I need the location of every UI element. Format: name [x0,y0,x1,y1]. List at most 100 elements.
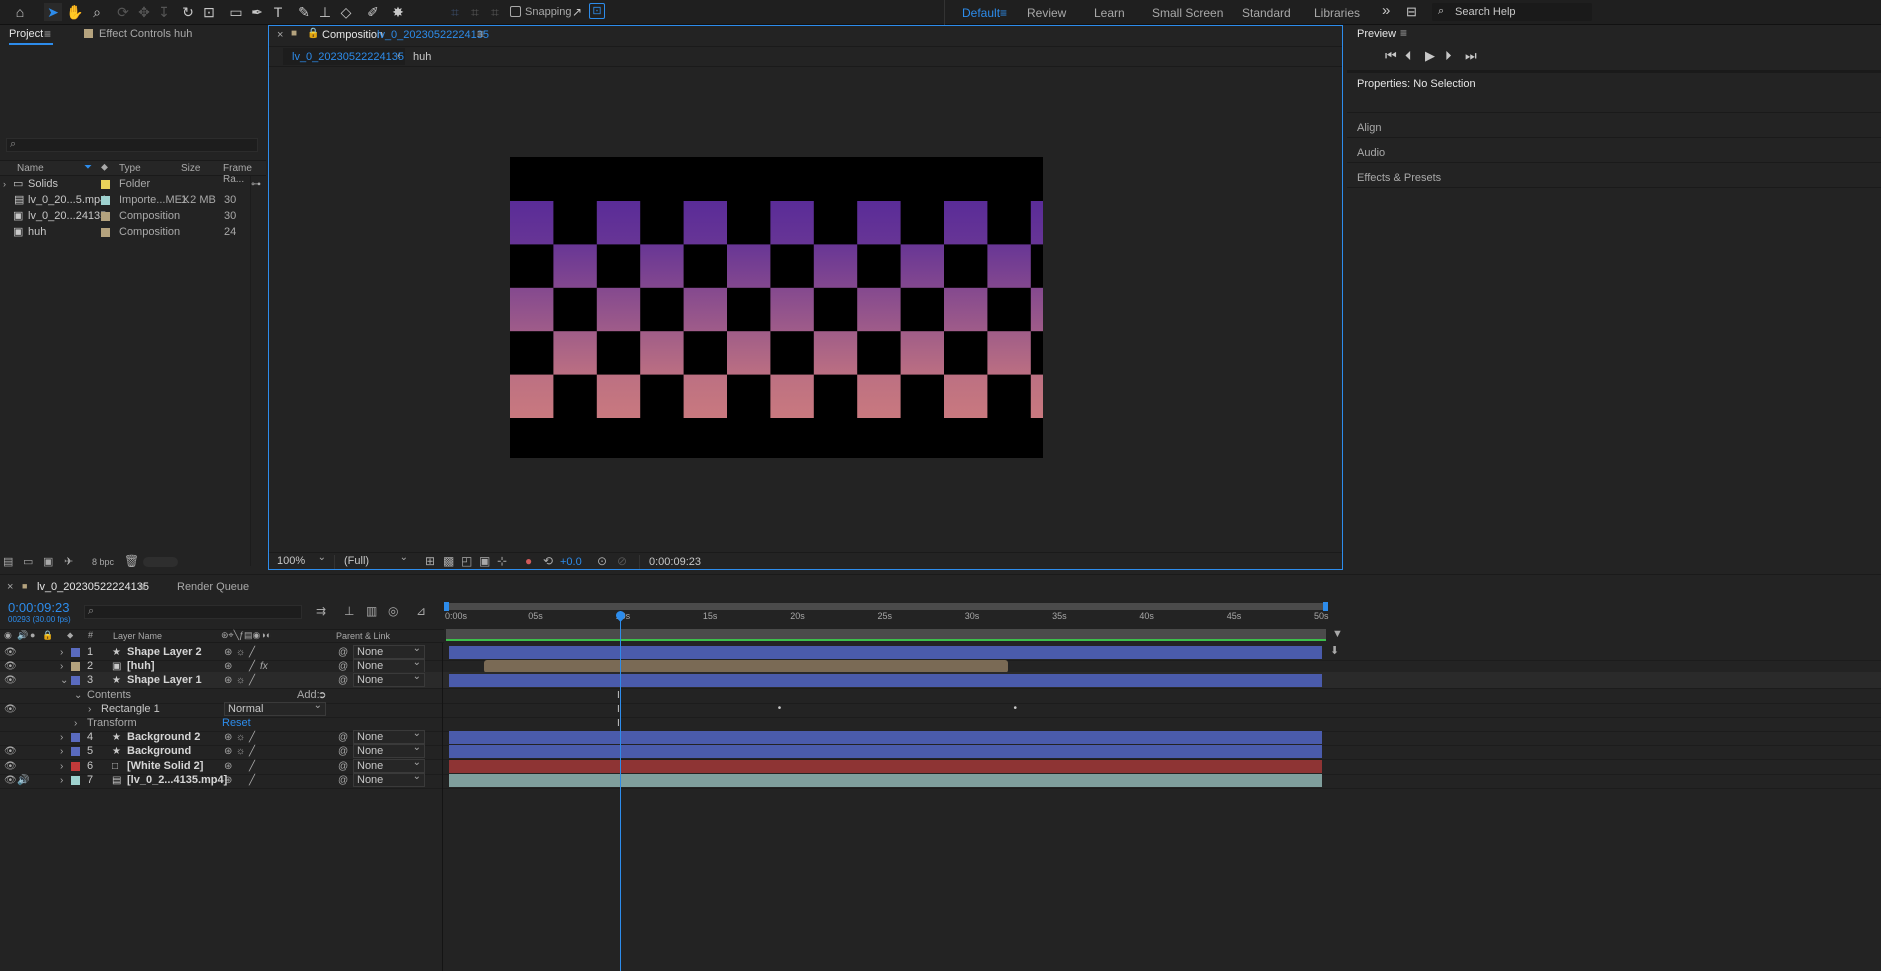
workspace-review[interactable]: Review [1027,6,1066,20]
snap-feature-icon[interactable]: ⊡ [589,3,605,19]
effects-presets-section[interactable]: Effects & Presets [1357,172,1441,184]
hand-tool-icon[interactable]: ✋ [66,3,84,21]
blend-mode-dropdown[interactable]: Normal [224,700,326,716]
workspace-menu-icon[interactable]: ≡ [1000,6,1007,20]
axis-view-icon[interactable]: ⌗ [486,3,504,21]
type-tool-icon[interactable]: T [269,3,287,21]
breadcrumb-active-comp[interactable]: lv_0_20230522224135 [292,51,404,63]
workspace-learn[interactable]: Learn [1094,6,1125,20]
rectangle-tool-icon[interactable]: ▭ [227,3,245,21]
roto-brush-icon[interactable]: ✐ [364,3,382,21]
panel-menu-icon[interactable]: ≡ [477,27,484,41]
audio-section[interactable]: Audio [1357,147,1385,159]
render-queue-tab[interactable]: Render Queue [177,581,249,593]
flowchart-icon[interactable]: ⊶ [251,176,261,193]
brush-tool-icon[interactable]: ✎ [295,3,313,21]
align-section[interactable]: Align [1357,122,1381,134]
composition-canvas[interactable] [510,157,1043,458]
column-layer-name[interactable]: Layer Name [113,631,162,641]
column-type[interactable]: Type [119,163,141,174]
snapping-checkbox[interactable] [510,6,521,17]
audio-icon[interactable]: 🔊 [17,772,29,789]
axis-local-icon[interactable]: ⌗ [446,3,464,21]
color-channels-icon[interactable]: ● [525,554,532,568]
label-color[interactable] [101,180,110,189]
snap-magnet-icon[interactable]: ↗ [568,3,586,21]
expand-arrow-icon[interactable]: › [60,772,63,789]
lock-icon[interactable]: 🔒 [42,630,53,641]
resolution-dropdown[interactable]: (Full) [341,552,411,569]
time-ruler[interactable]: 0:00s05s10s15s20s25s30s35s40s45s50s [444,601,1330,643]
mask-visibility-icon[interactable]: ◰ [461,554,472,568]
rotate-tool-icon[interactable]: ↻ [179,3,197,21]
snapshot-icon[interactable]: ⊙ [597,554,607,568]
interpret-footage-icon[interactable]: ▤ [3,555,13,568]
eye-icon[interactable]: 👁 [4,772,17,789]
comp-mini-flowchart-icon[interactable]: ⇉ [316,604,326,618]
anchor-tool-icon[interactable]: ⊡ [200,3,218,21]
clone-stamp-icon[interactable]: ⊥ [316,3,334,21]
label-color-swatch[interactable] [71,761,80,771]
workspace-small-screen[interactable]: Small Screen [1152,6,1223,20]
timeline-search-input[interactable]: ⌕ [84,605,302,619]
motion-blur-icon[interactable]: ◎ [388,604,398,618]
new-folder-icon[interactable]: ▭ [23,555,33,568]
tab-effect-controls[interactable]: Effect Controls huh [99,28,192,40]
zoom-dropdown[interactable]: 100% [274,552,329,569]
layer-duration-bar[interactable] [449,773,1322,787]
layer-duration-bar[interactable] [483,660,1008,674]
puppet-pin-icon[interactable]: ✸ [389,3,407,21]
sort-down-icon[interactable]: ⏷ [84,162,92,173]
eraser-tool-icon[interactable]: ◇ [337,3,355,21]
play-icon[interactable]: ▶ [1425,48,1435,64]
panel-menu-icon[interactable]: ≡ [139,580,146,594]
axis-world-icon[interactable]: ⌗ [466,3,484,21]
layer-row[interactable]: 👁 🔊 › 7 ▤ [lv_0_2...4135.mp4] ⊛ ╱ @ None [0,771,1881,789]
next-frame-icon[interactable]: ⏵ [1445,48,1452,64]
exposure-value[interactable]: +0.0 [560,556,582,568]
label-tag-icon[interactable]: ⬥ [101,162,108,173]
work-area-bar[interactable] [446,603,1326,610]
fast-previews-icon[interactable]: ⊞ [425,554,435,568]
selection-tool-icon[interactable]: ➤ [44,3,62,21]
project-item-solids[interactable]: › ▭ Solids Folder ⊶ [0,176,266,193]
workspace-libraries[interactable]: Libraries [1314,6,1360,20]
thumbnail-slider[interactable] [143,557,178,567]
label-color-swatch[interactable] [71,648,80,657]
video-visibility-icon[interactable]: ◉ [4,630,12,641]
region-of-interest-icon[interactable]: ▣ [479,554,490,568]
viewer-timecode[interactable]: 0:00:09:23 [649,556,701,568]
close-icon[interactable]: × [7,581,13,593]
label-color-swatch[interactable] [71,733,80,743]
label-tag-icon[interactable]: ⬥ [67,630,73,641]
close-icon[interactable]: × [277,29,283,41]
column-parent-link[interactable]: Parent & Link [336,631,390,641]
tab-project[interactable]: Project [9,28,43,40]
column-size[interactable]: Size [181,163,200,174]
label-color[interactable] [101,228,110,237]
bit-depth[interactable]: 8 bpc [92,557,114,567]
orbit-camera-icon[interactable]: ⟳ [114,3,132,21]
workspace-toggle-icon[interactable]: ⊟ [1406,4,1417,20]
solo-icon[interactable]: ● [30,630,35,640]
workspace-default[interactable]: Default [962,6,1000,20]
project-item-huh[interactable]: ▣ huh Composition 24 [0,224,266,241]
composition-name[interactable]: lv_0_20230522224135 [377,29,489,41]
search-help-field[interactable]: ⌕ Search Help [1432,3,1592,21]
grid-guides-icon[interactable]: ⊹ [497,554,507,568]
previous-frame-icon[interactable]: ⏴ [1405,48,1412,64]
layer-name[interactable]: [lv_0_2...4135.mp4] [127,772,227,789]
parent-dropdown[interactable]: None [353,771,425,787]
label-color-swatch[interactable] [71,775,80,785]
project-search-input[interactable]: ⌕ [6,138,258,152]
lock-icon[interactable]: 🔒 [307,28,319,39]
pickwhip-icon[interactable]: @ [338,772,348,789]
new-comp-icon[interactable]: ▣ [43,555,53,568]
timeline-comp-tab[interactable]: lv_0_20230522224135 [37,581,149,593]
shy-switch-icon[interactable]: ⊛ [224,772,232,789]
label-color[interactable] [101,212,110,221]
first-frame-icon[interactable]: ⏮ [1385,48,1397,64]
last-frame-icon[interactable]: ⏭ [1465,48,1477,64]
timeline-zoom-marker-icon[interactable]: ▼ [1332,628,1343,640]
label-color[interactable] [101,196,110,205]
